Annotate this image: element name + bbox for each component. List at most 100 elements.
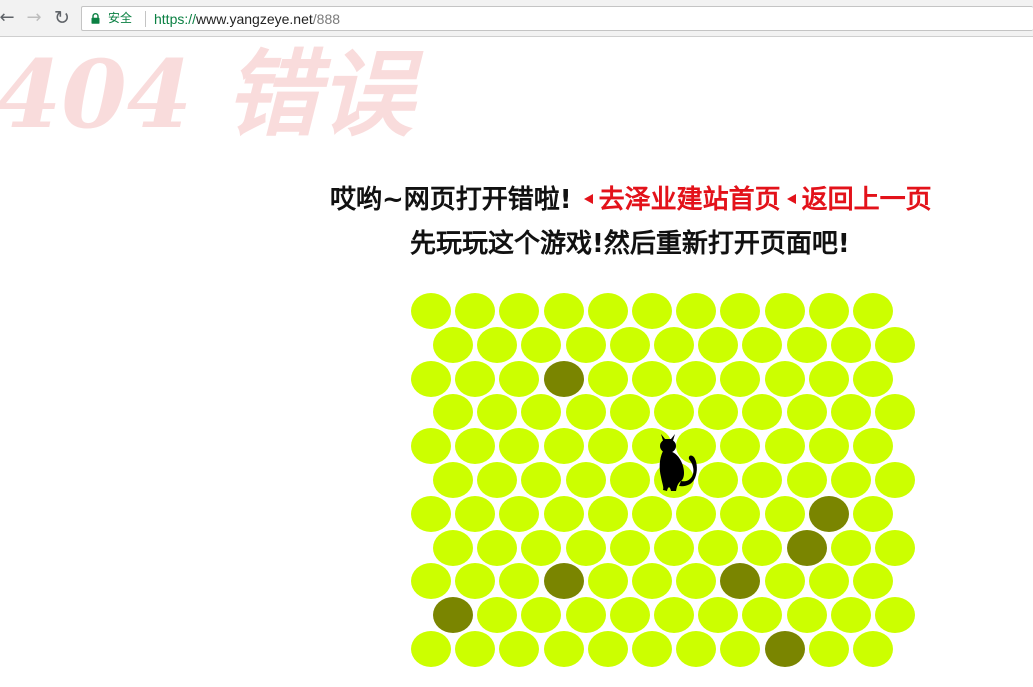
board-cell[interactable] <box>609 462 650 498</box>
board-cell[interactable] <box>764 360 805 397</box>
board-cell[interactable] <box>853 428 893 465</box>
board-cell[interactable] <box>411 428 451 465</box>
board-cell[interactable] <box>455 631 496 667</box>
board-cell[interactable] <box>698 462 739 498</box>
board-cell[interactable] <box>654 394 694 431</box>
board-cell[interactable] <box>764 563 805 600</box>
board-cell[interactable] <box>499 631 540 667</box>
board-cell[interactable] <box>786 394 827 431</box>
board-cell[interactable] <box>676 563 717 600</box>
board-cell[interactable] <box>830 597 871 634</box>
board-cell[interactable] <box>853 360 893 397</box>
board-cell[interactable] <box>477 529 518 566</box>
board-cell[interactable] <box>411 360 451 397</box>
board-cell[interactable] <box>764 495 805 532</box>
board-cell[interactable] <box>786 597 827 634</box>
board-cell[interactable] <box>521 529 562 566</box>
board-cell[interactable] <box>742 394 783 431</box>
url-text[interactable]: https://www.yangzeye.net/888 <box>154 10 340 28</box>
board-cell[interactable] <box>830 394 871 431</box>
board-cell[interactable] <box>609 394 650 431</box>
board-cell[interactable] <box>742 462 783 498</box>
back-link[interactable]: 返回上一页 <box>802 185 932 215</box>
board-cell[interactable] <box>654 597 694 634</box>
board-cell[interactable] <box>676 631 717 667</box>
board-cell[interactable] <box>411 631 451 667</box>
board-cell[interactable] <box>875 326 915 363</box>
board-cell[interactable] <box>875 394 915 431</box>
board-cell[interactable] <box>455 563 496 600</box>
board-cell[interactable] <box>521 597 562 634</box>
board-cell[interactable] <box>521 326 562 363</box>
board-cell[interactable] <box>632 631 672 667</box>
board-cell[interactable] <box>543 495 584 532</box>
board-cell[interactable] <box>565 597 606 634</box>
address-bar[interactable]: 安全 https://www.yangzeye.net/888 <box>81 6 1033 31</box>
board-cell[interactable] <box>499 495 540 532</box>
board-cell[interactable] <box>455 428 496 465</box>
board-cell[interactable] <box>632 293 672 329</box>
board-cell[interactable] <box>676 495 717 532</box>
board-cell[interactable] <box>698 529 739 566</box>
board-cell[interactable] <box>499 360 540 397</box>
board-cell[interactable] <box>875 597 915 634</box>
board-cell[interactable] <box>853 631 893 667</box>
board-cell[interactable] <box>698 326 739 363</box>
board-cell[interactable] <box>411 563 451 600</box>
board-cell[interactable] <box>609 597 650 634</box>
board-cell[interactable] <box>433 529 473 566</box>
board-cell[interactable] <box>786 326 827 363</box>
board-cell[interactable] <box>720 495 761 532</box>
board-cell[interactable] <box>521 394 562 431</box>
board-cell[interactable] <box>477 326 518 363</box>
board-cell[interactable] <box>565 326 606 363</box>
board-cell[interactable] <box>764 293 805 329</box>
board-cell[interactable] <box>853 293 893 329</box>
board-cell[interactable] <box>543 428 584 465</box>
reload-icon[interactable]: ↻ <box>51 6 73 30</box>
board-cell[interactable] <box>455 360 496 397</box>
board-cell[interactable] <box>808 631 849 667</box>
board-cell[interactable] <box>587 360 628 397</box>
board-cell[interactable] <box>587 428 628 465</box>
board-cell[interactable] <box>742 326 783 363</box>
board-cell[interactable] <box>720 428 761 465</box>
board-cell[interactable] <box>411 495 451 532</box>
board-cell[interactable] <box>543 293 584 329</box>
board-cell[interactable] <box>587 563 628 600</box>
board-cell[interactable] <box>433 462 473 498</box>
board-cell[interactable] <box>875 529 915 566</box>
board-cell[interactable] <box>720 293 761 329</box>
board-cell[interactable] <box>698 597 739 634</box>
board-cell[interactable] <box>411 293 451 329</box>
board-cell[interactable] <box>455 293 496 329</box>
board-cell[interactable] <box>477 462 518 498</box>
board-cell[interactable] <box>499 563 540 600</box>
board-cell[interactable] <box>742 597 783 634</box>
board-cell[interactable] <box>565 529 606 566</box>
board-cell[interactable] <box>609 326 650 363</box>
board-cell[interactable] <box>720 360 761 397</box>
board-cell[interactable] <box>632 563 672 600</box>
board-cell[interactable] <box>853 495 893 532</box>
board-cell[interactable] <box>609 529 650 566</box>
board-cell[interactable] <box>632 360 672 397</box>
board-cell[interactable] <box>830 462 871 498</box>
board-cell[interactable] <box>477 394 518 431</box>
board-cell[interactable] <box>875 462 915 498</box>
board-cell[interactable] <box>433 394 473 431</box>
back-arrow-icon[interactable]: ← <box>0 6 18 30</box>
board-cell[interactable] <box>786 462 827 498</box>
board-cell[interactable] <box>455 495 496 532</box>
board-cell[interactable] <box>654 326 694 363</box>
board-cell[interactable] <box>808 563 849 600</box>
board-cell[interactable] <box>808 293 849 329</box>
board-cell[interactable] <box>499 293 540 329</box>
board-cell[interactable] <box>853 563 893 600</box>
board-cell[interactable] <box>587 495 628 532</box>
board-cell[interactable] <box>565 462 606 498</box>
board-cell[interactable] <box>808 428 849 465</box>
board-cell[interactable] <box>764 428 805 465</box>
board-cell[interactable] <box>632 495 672 532</box>
board-cell[interactable] <box>565 394 606 431</box>
